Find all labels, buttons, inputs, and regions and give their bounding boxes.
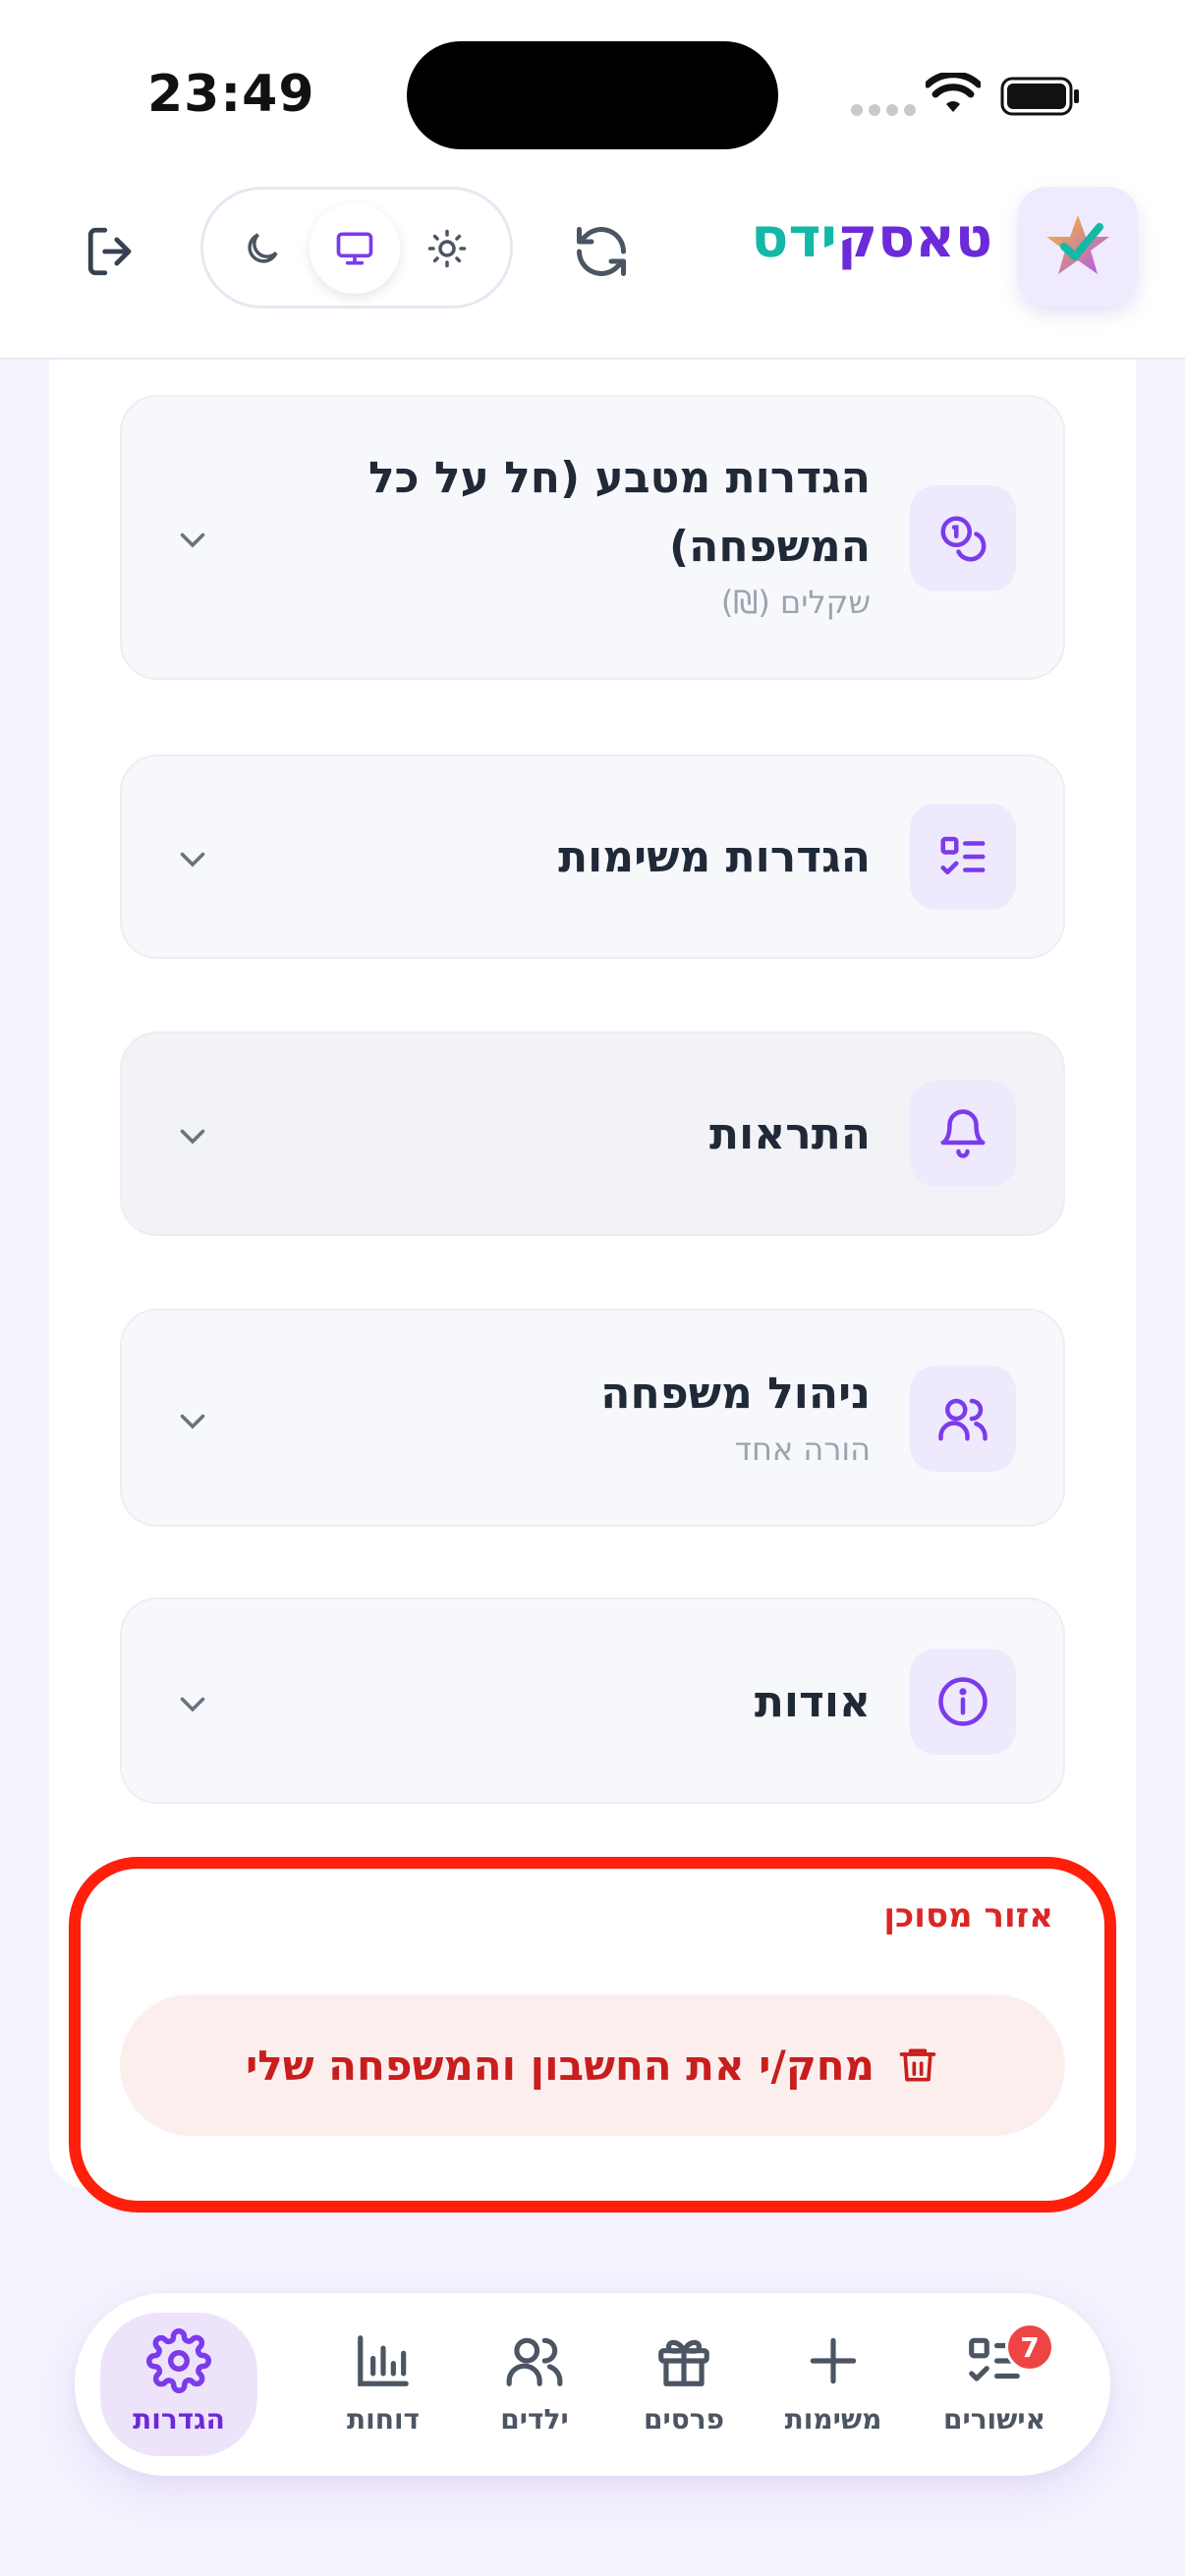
logout-button[interactable] <box>77 216 147 287</box>
danger-zone: אזור מסוכן מחק/י את החשבון והמשפחה שלי <box>69 1857 1116 2212</box>
section-family-text: ניהול משפחה הורה אחד <box>600 1360 871 1468</box>
status-bar: 23:49 <box>0 0 1185 187</box>
gear-icon <box>146 2326 211 2395</box>
nav-tasks[interactable]: משימות <box>755 2313 912 2456</box>
delete-account-button[interactable]: מחק/י את החשבון והמשפחה שלי <box>120 1994 1065 2136</box>
trash-icon <box>899 2048 936 2082</box>
app-header: טאסקידס <box>0 187 1185 360</box>
section-title: התראות <box>709 1109 871 1159</box>
section-tasks[interactable]: הגדרות משימות <box>120 755 1065 959</box>
section-title: הגדרות מטבע (חל על כל המשפחה) <box>368 453 871 572</box>
section-currency-text: הגדרות מטבע (חל על כל המשפחה) שקלים (₪) <box>320 444 871 621</box>
chevron-down-icon <box>173 839 212 878</box>
theme-dark-button[interactable] <box>217 203 308 294</box>
list-checks-icon <box>910 804 1016 910</box>
section-title: ניהול משפחה <box>600 1369 871 1419</box>
gift-icon <box>653 2326 714 2395</box>
nav-approvals[interactable]: 7 אישורים <box>916 2313 1073 2456</box>
dynamic-island <box>407 41 778 149</box>
section-currency[interactable]: הגדרות מטבע (חל על כל המשפחה) שקלים (₪) <box>120 395 1065 680</box>
theme-system-button[interactable] <box>310 203 400 294</box>
chevron-down-icon <box>173 520 212 559</box>
nav-label: אישורים <box>942 2403 1046 2436</box>
approvals-badge: 7 <box>1005 2323 1054 2372</box>
theme-toggle <box>200 187 513 308</box>
section-about[interactable]: אודות <box>120 1597 1065 1804</box>
chevron-down-icon <box>173 1684 212 1723</box>
nav-reports[interactable]: דוחות <box>305 2313 462 2456</box>
section-subtitle: שקלים (₪) <box>720 584 871 621</box>
refresh-icon <box>577 227 626 276</box>
sun-icon <box>427 229 467 268</box>
logout-icon <box>87 227 132 276</box>
users-icon <box>502 2326 567 2395</box>
bell-icon <box>910 1081 1016 1187</box>
monitor-icon <box>336 232 373 265</box>
nav-label: פרסים <box>643 2403 725 2436</box>
section-notifications-text: התראות <box>709 1100 871 1169</box>
chevron-down-icon <box>173 1401 212 1440</box>
delete-account-label: מחק/י את החשבון והמשפחה שלי <box>245 2041 875 2090</box>
app-logo[interactable] <box>1018 187 1138 307</box>
nav-label: הגדרות <box>133 2403 225 2436</box>
nav-settings[interactable]: הגדרות <box>100 2313 257 2456</box>
signal-dots-icon <box>851 104 916 116</box>
refresh-button[interactable] <box>566 216 637 287</box>
nav-label: ילדים <box>500 2403 569 2436</box>
nav-label: משימות <box>784 2403 882 2436</box>
brand-title: טאסקידס <box>751 206 992 270</box>
section-notifications[interactable]: התראות <box>120 1032 1065 1236</box>
wifi-icon <box>924 71 983 120</box>
danger-zone-label: אזור מסוכן <box>883 1896 1053 1935</box>
approvals-icon: 7 <box>962 2323 1054 2395</box>
app-screen: 23:49 טאסקידס הגדרות מטבע (חל על כל המשפ… <box>0 0 1185 2576</box>
bottom-nav: 7 אישורים משימות פרסים ילדים דוחות הגדרו… <box>75 2293 1110 2476</box>
nav-kids[interactable]: ילדים <box>456 2313 613 2456</box>
section-tasks-text: הגדרות משימות <box>558 823 871 892</box>
users-icon <box>910 1366 1016 1472</box>
nav-label: דוחות <box>346 2403 421 2436</box>
moon-icon <box>248 233 278 263</box>
star-check-icon <box>1046 215 1109 274</box>
section-family[interactable]: ניהול משפחה הורה אחד <box>120 1309 1065 1527</box>
theme-light-button[interactable] <box>402 203 492 294</box>
info-icon <box>910 1649 1016 1755</box>
section-title: הגדרות משימות <box>558 832 871 882</box>
coins-icon <box>910 485 1016 591</box>
nav-prizes[interactable]: פרסים <box>605 2313 762 2456</box>
chevron-down-icon <box>173 1116 212 1155</box>
section-subtitle: הורה אחד <box>734 1430 871 1468</box>
section-title: אודות <box>754 1677 871 1727</box>
status-time: 23:49 <box>147 65 315 124</box>
section-about-text: אודות <box>755 1668 871 1737</box>
plus-icon <box>803 2326 864 2395</box>
battery-icon <box>1000 77 1081 120</box>
brand-title-part-1: טאסק <box>836 206 992 270</box>
brand-title-part-2: ידס <box>751 206 837 270</box>
bar-chart-icon <box>353 2326 414 2395</box>
